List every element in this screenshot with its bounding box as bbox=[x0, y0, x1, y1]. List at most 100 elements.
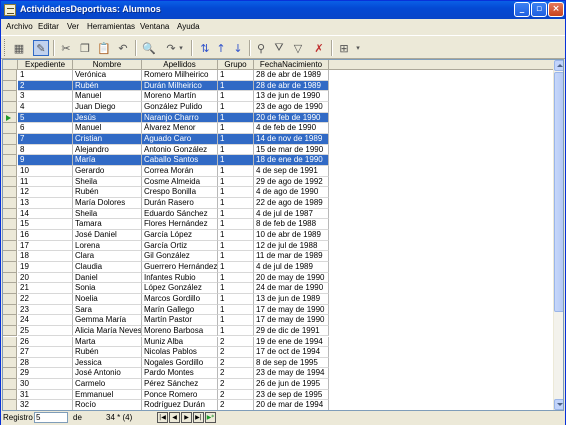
table-cell[interactable]: 1 bbox=[218, 70, 254, 81]
table-cell[interactable]: 4 de feb de 1990 bbox=[254, 123, 329, 134]
table-cell[interactable]: 23 bbox=[18, 304, 73, 316]
scroll-up-button[interactable] bbox=[554, 60, 563, 71]
table-cell[interactable]: 1 bbox=[218, 155, 254, 166]
table-cell[interactable]: Lorena bbox=[73, 240, 142, 252]
row-selector[interactable] bbox=[3, 315, 17, 326]
last-record-icon[interactable]: ▶| bbox=[193, 412, 204, 423]
table-cell[interactable]: 22 de ago de 1989 bbox=[254, 197, 329, 209]
table-cell[interactable]: 26 de jun de 1995 bbox=[254, 379, 329, 390]
table-row[interactable]: 25 Alicia María Neves Moreno Barbosa 1 29 de… bbox=[3, 325, 553, 337]
row-selector[interactable] bbox=[3, 357, 17, 369]
table-cell[interactable]: Nicolas Pablos bbox=[142, 347, 218, 358]
table-row[interactable]: 12 Rubén Crespo Bonilla 1 4 de ago de 1990 bbox=[3, 187, 553, 198]
copy-icon[interactable]: ❐ bbox=[77, 40, 93, 56]
header-corner[interactable] bbox=[3, 60, 18, 70]
table-cell[interactable]: 17 de may de 1990 bbox=[254, 304, 329, 316]
table-cell[interactable]: 9 bbox=[18, 155, 73, 166]
table-row[interactable]: 6 Manuel Álvarez Menor 1 4 de feb de 1990 bbox=[3, 123, 553, 134]
table-cell[interactable]: 1 bbox=[218, 240, 254, 252]
table-cell[interactable]: 12 bbox=[18, 187, 73, 198]
autofilter-icon[interactable]: ⚲ bbox=[253, 40, 269, 56]
table-row[interactable]: 17 Lorena García Ortiz 1 12 de jul de 1988 bbox=[3, 240, 553, 252]
table-cell[interactable]: Gemma María bbox=[73, 315, 142, 326]
table-row[interactable]: 11 Sheila Cosme Almeida 1 29 de ago de 1992 bbox=[3, 176, 553, 188]
table-cell[interactable]: Marta bbox=[73, 336, 142, 348]
table-row[interactable]: 5 Jesús Naranjo Charro 1 20 de feb de 1990 bbox=[3, 112, 553, 124]
table-cell[interactable]: 20 de mar de 1994 bbox=[254, 400, 329, 410]
row-selector[interactable] bbox=[3, 197, 17, 209]
column-header-nombre[interactable]: Nombre bbox=[73, 60, 142, 70]
table-row[interactable]: 30 Carmelo Pérez Sánchez 2 26 de jun de 1995 bbox=[3, 379, 553, 390]
table-cell[interactable]: 3 bbox=[18, 91, 73, 102]
table-row[interactable]: 4 Juan Diego González Pulido 1 23 de ago de … bbox=[3, 101, 553, 113]
table-row[interactable]: 22 Noelia Marcos Gordillo 1 13 de jun de 198… bbox=[3, 293, 553, 305]
table-cell[interactable]: 18 bbox=[18, 251, 73, 262]
menu-ver[interactable]: Ver bbox=[67, 22, 79, 31]
table-cell[interactable]: 25 bbox=[18, 325, 73, 337]
table-cell[interactable]: 1 bbox=[218, 272, 254, 284]
table-cell[interactable]: García Ortiz bbox=[142, 240, 218, 252]
table-cell[interactable]: Cristian bbox=[73, 133, 142, 145]
table-cell[interactable]: 14 de nov de 1989 bbox=[254, 133, 329, 145]
table-cell[interactable]: Moreno Martín bbox=[142, 91, 218, 102]
row-selector[interactable] bbox=[3, 336, 17, 348]
table-cell[interactable]: Álvarez Menor bbox=[142, 123, 218, 134]
table-cell[interactable]: Manuel bbox=[73, 91, 142, 102]
table-row[interactable]: 23 Sara Marín Gallego 1 17 de may de 1990 bbox=[3, 304, 553, 316]
table-cell[interactable]: 31 bbox=[18, 389, 73, 401]
table-cell[interactable]: Rocío bbox=[73, 400, 142, 410]
table-cell[interactable]: 1 bbox=[218, 187, 254, 198]
row-selector[interactable] bbox=[3, 389, 17, 401]
title-bar[interactable]: ActividadesDeportivas: Alumnos _ ▫ × bbox=[1, 1, 565, 19]
table-row[interactable]: 24 Gemma María Martín Pastor 1 17 de may de … bbox=[3, 315, 553, 326]
filter-icon[interactable]: ⛛ bbox=[271, 40, 287, 56]
table-cell[interactable]: Sheila bbox=[73, 176, 142, 188]
table-cell[interactable]: 1 bbox=[218, 123, 254, 134]
maximize-button[interactable]: ▫ bbox=[531, 2, 547, 17]
table-cell[interactable]: 29 de ago de 1992 bbox=[254, 176, 329, 188]
table-cell[interactable]: 4 de jul de 1989 bbox=[254, 261, 329, 273]
table-cell[interactable]: 1 bbox=[218, 144, 254, 156]
table-cell[interactable]: 1 bbox=[218, 283, 254, 294]
table-cell[interactable]: Cosme Almeida bbox=[142, 176, 218, 188]
table-cell[interactable]: 29 de dic de 1991 bbox=[254, 325, 329, 337]
table-cell[interactable]: 19 de ene de 1994 bbox=[254, 336, 329, 348]
table-row[interactable]: 27 Rubén Nicolas Pablos 2 17 de oct de 1994 bbox=[3, 347, 553, 358]
column-header-grupo[interactable]: Grupo bbox=[218, 60, 254, 70]
table-cell[interactable]: 20 de feb de 1990 bbox=[254, 112, 329, 124]
table-cell[interactable]: Eduardo Sánchez bbox=[142, 208, 218, 220]
table-row[interactable]: 21 Sonia López González 1 24 de mar de 1990 bbox=[3, 283, 553, 294]
grid-view-icon[interactable]: ▦ bbox=[11, 40, 27, 56]
table-cell[interactable]: 4 de sep de 1991 bbox=[254, 165, 329, 177]
table-cell[interactable]: Aguado Caro bbox=[142, 133, 218, 145]
chevron-down-icon[interactable]: ▾ bbox=[177, 40, 185, 56]
row-selector[interactable] bbox=[3, 187, 17, 198]
table-cell[interactable]: 8 de feb de 1988 bbox=[254, 219, 329, 230]
table-cell[interactable]: Durán Rasero bbox=[142, 197, 218, 209]
table-cell[interactable]: Gil González bbox=[142, 251, 218, 262]
row-selector[interactable] bbox=[3, 379, 17, 390]
table-cell[interactable]: Sonia bbox=[73, 283, 142, 294]
table-row[interactable]: 26 Marta Muniz Alba 2 19 de ene de 1994 bbox=[3, 336, 553, 348]
table-cell[interactable]: 6 bbox=[18, 123, 73, 134]
table-cell[interactable]: Alicia María Neves bbox=[73, 325, 142, 337]
table-cell[interactable]: 23 de ago de 1990 bbox=[254, 101, 329, 113]
table-cell[interactable]: 1 bbox=[218, 176, 254, 188]
table-cell[interactable]: 1 bbox=[218, 325, 254, 337]
table-cell[interactable]: 7 bbox=[18, 133, 73, 145]
row-selector[interactable] bbox=[3, 123, 17, 134]
row-selector[interactable] bbox=[3, 176, 17, 188]
table-cell[interactable]: 23 de may de 1994 bbox=[254, 368, 329, 380]
table-cell[interactable]: 1 bbox=[218, 251, 254, 262]
vertical-scrollbar[interactable] bbox=[553, 60, 563, 410]
row-selector[interactable] bbox=[3, 251, 17, 262]
column-header-fechanacimiento[interactable]: FechaNacimiento bbox=[254, 60, 329, 70]
table-cell[interactable]: 1 bbox=[218, 133, 254, 145]
table-cell[interactable]: Rubén bbox=[73, 347, 142, 358]
table-cell[interactable]: 27 bbox=[18, 347, 73, 358]
data-grid[interactable]: Expediente Nombre Apellidos Grupo FechaN… bbox=[2, 59, 564, 411]
table-cell[interactable]: Rodríguez Durán bbox=[142, 400, 218, 410]
row-selector[interactable] bbox=[3, 261, 17, 273]
table-row[interactable]: 18 Clara Gil González 1 11 de mar de 1989 bbox=[3, 251, 553, 262]
table-cell[interactable]: Noelia bbox=[73, 293, 142, 305]
